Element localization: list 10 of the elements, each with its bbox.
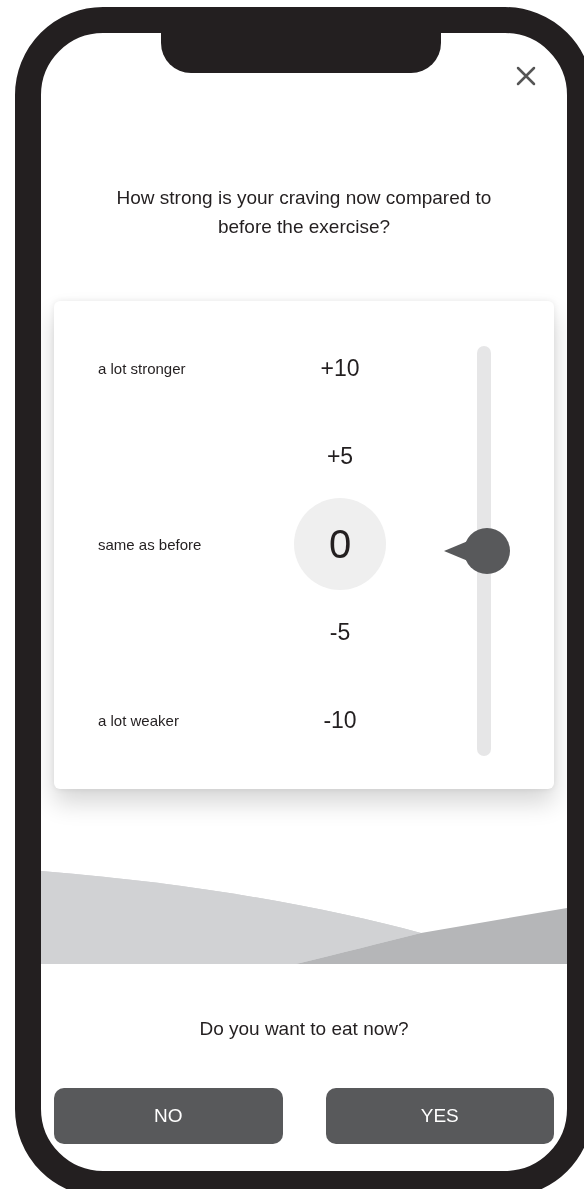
prompt-text: Do you want to eat now?	[198, 1018, 410, 1040]
slider-thumb[interactable]	[444, 528, 510, 574]
scale-label: a lot stronger	[98, 359, 187, 377]
selected-scale-value[interactable]: 0	[294, 498, 386, 590]
answer-button[interactable]: YES	[325, 1088, 554, 1144]
scale-label: same as before	[98, 535, 203, 553]
scale-label: a lot weaker	[98, 711, 180, 729]
question-text: How strong is your craving now compared to before the exercise?	[115, 186, 493, 239]
answer-button[interactable]: NO	[54, 1088, 283, 1144]
close-icon	[516, 66, 536, 86]
